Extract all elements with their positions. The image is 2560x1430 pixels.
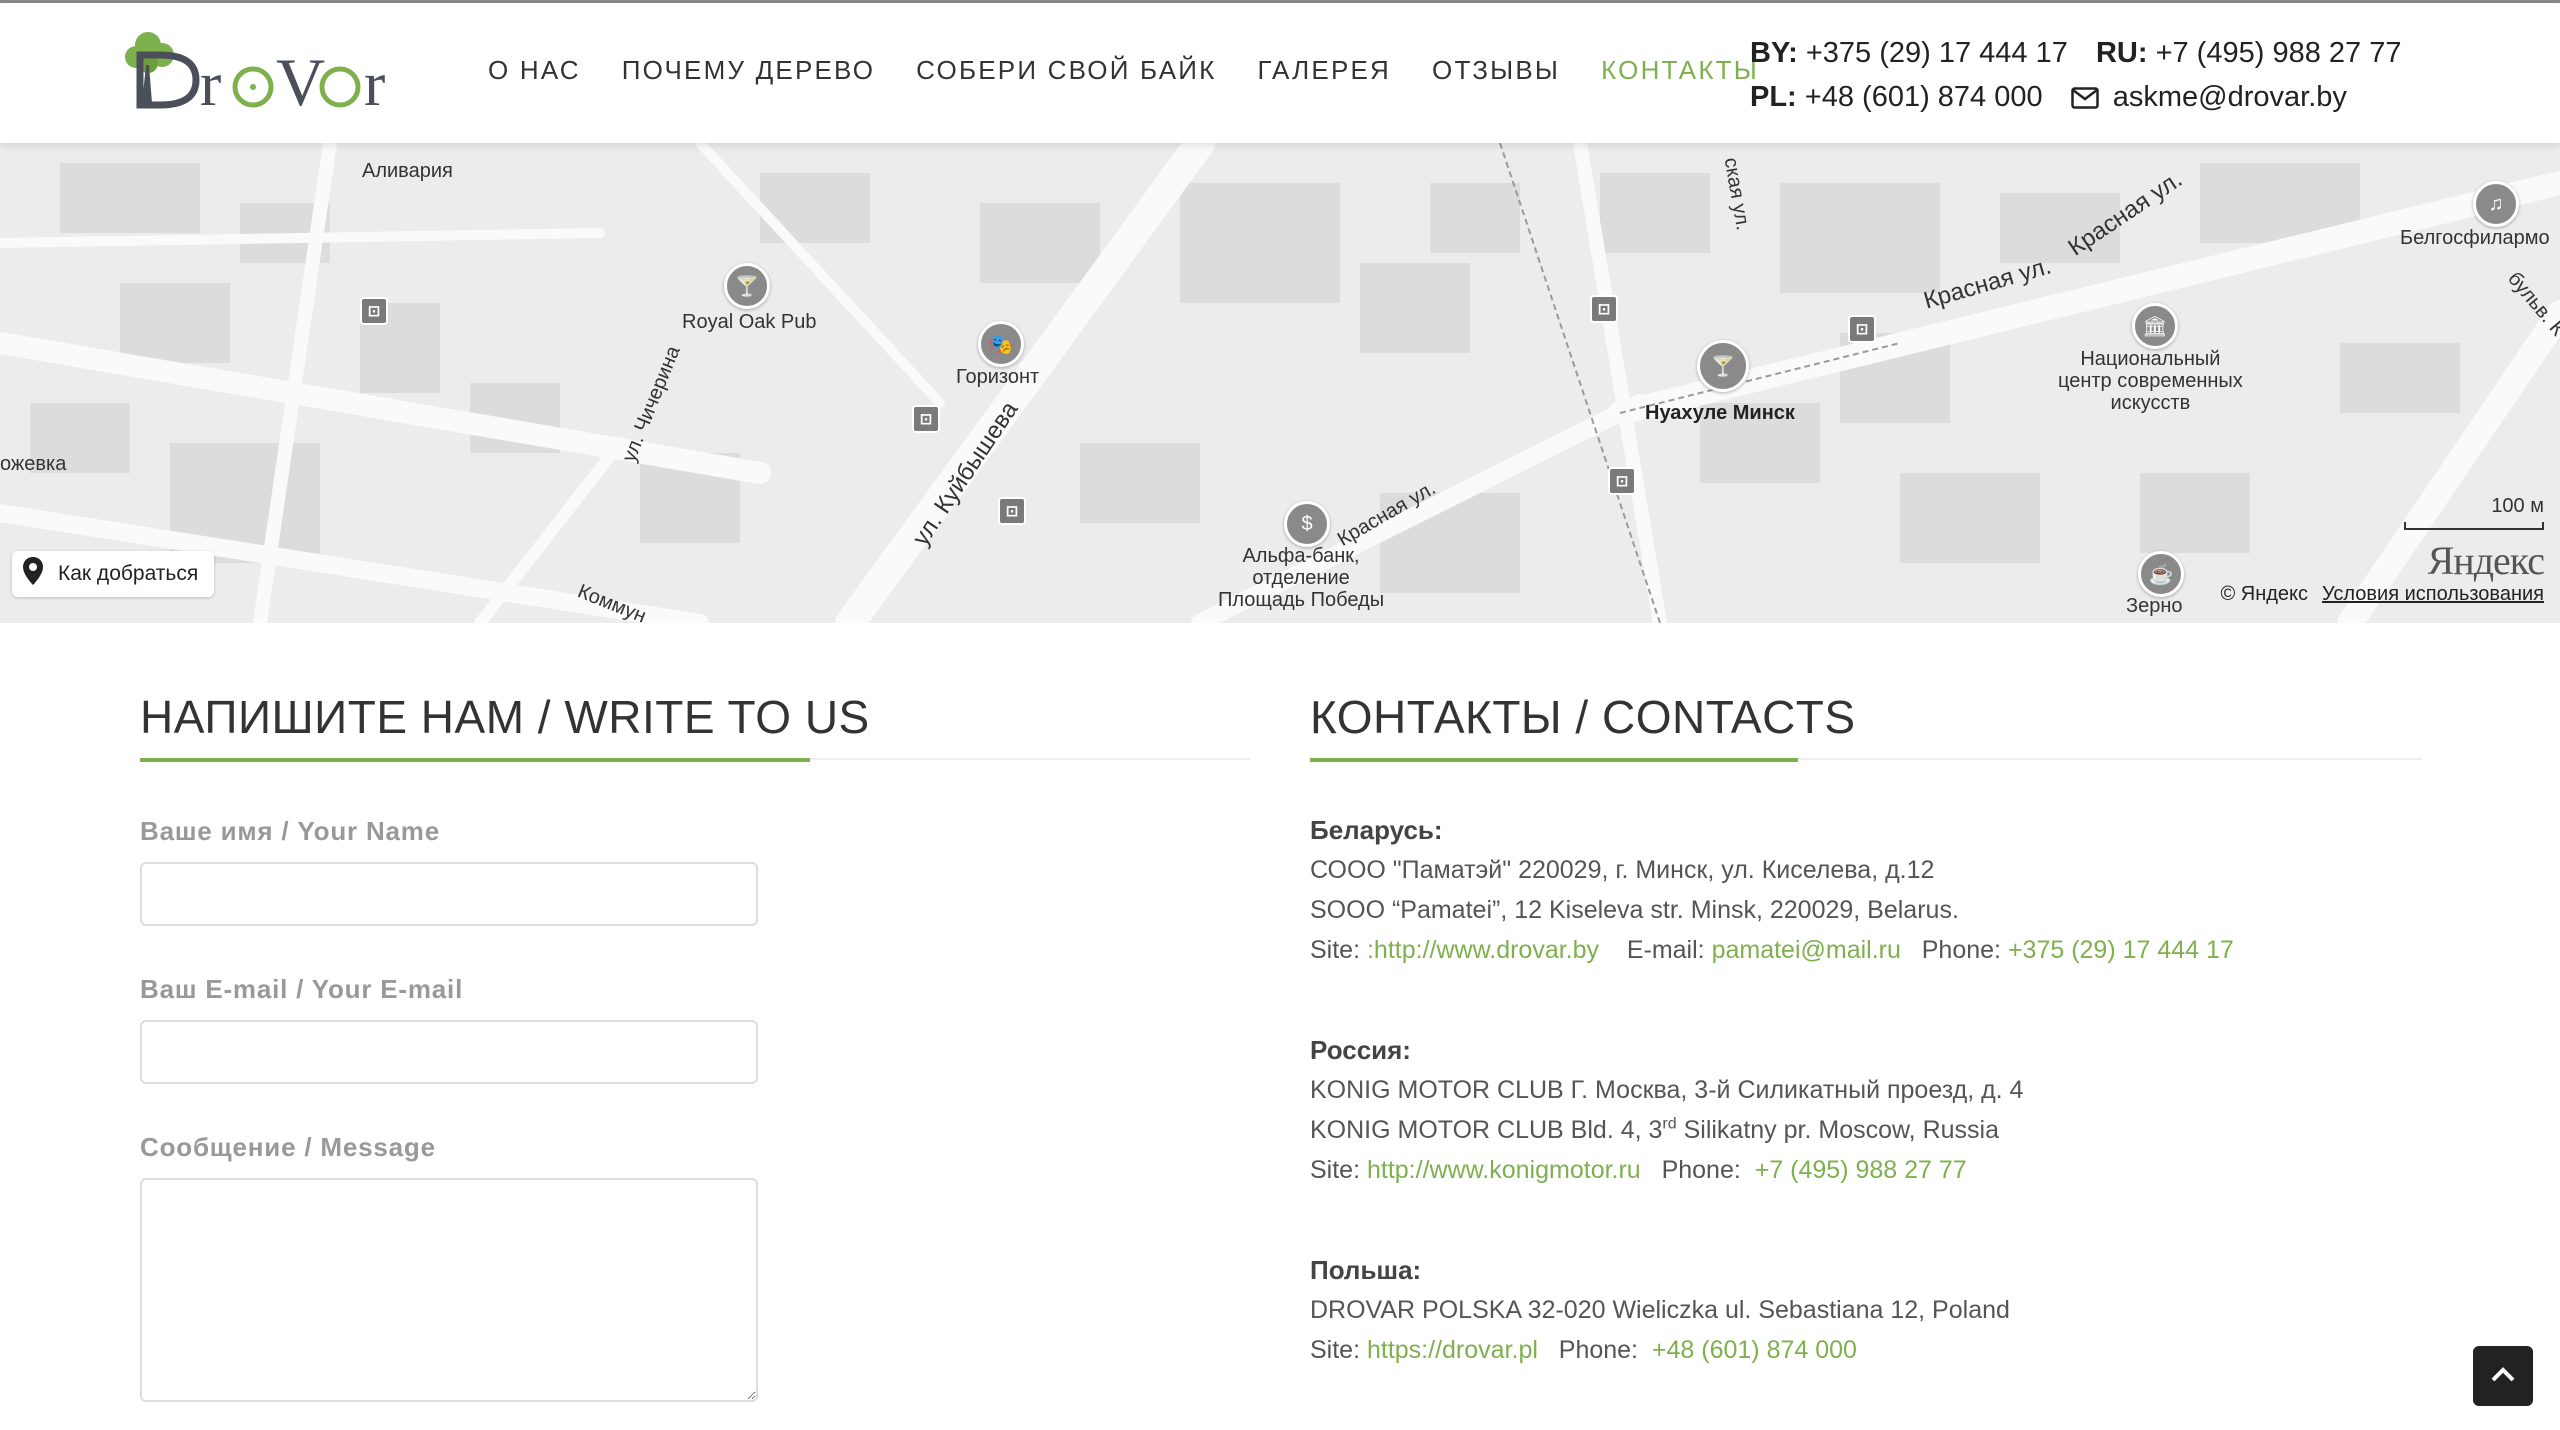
map-label-gorizont: Горизонт: [956, 366, 1040, 388]
map-copyright: © Яндекс: [2220, 583, 2309, 605]
contacts-list: Беларусь: СООО "Паматэй" 220029, г. Минс…: [1310, 810, 2234, 1430]
nav-item-about[interactable]: О НАС: [488, 55, 581, 86]
belarus-address-ru: СООО "Паматэй" 220029, г. Минск, ул. Кис…: [1310, 856, 1935, 884]
music-poi-icon[interactable]: ♫: [2473, 181, 2519, 227]
envelope-icon: [2070, 78, 2099, 122]
country-poland: Польша:: [1310, 1255, 1422, 1285]
yandex-logo[interactable]: Яндекс: [2428, 537, 2545, 584]
pl-phone[interactable]: +48 (601) 874 000: [1805, 81, 2043, 113]
bus-stop-icon[interactable]: ⊡: [1590, 295, 1618, 323]
email-label: E-mail:: [1626, 936, 1712, 964]
site-label: Site:: [1310, 1156, 1367, 1184]
message-label: Сообщение / Message: [140, 1132, 436, 1162]
map-scale: 100 м: [2404, 495, 2544, 530]
map-label-royal-oak: Royal Oak Pub: [682, 311, 817, 333]
header-email[interactable]: askme@drovar.by: [2113, 81, 2347, 113]
site-label: Site:: [1310, 936, 1367, 964]
poland-phone-link[interactable]: +48 (601) 874 000: [1652, 1336, 1857, 1364]
svg-text:r: r: [200, 48, 221, 115]
map-label-zerno: Зерно: [2126, 595, 2183, 617]
route-button[interactable]: Как добраться: [12, 551, 215, 597]
by-phone[interactable]: +375 (29) 17 444 17: [1806, 37, 2068, 69]
email-label: Ваш E-mail / Your E-mail: [140, 974, 464, 1004]
site-header: r V r О НАС ПОЧЕМУ ДЕРЕВО СОБЕРИ СВОЙ БА…: [0, 3, 2560, 143]
cafe-poi-icon[interactable]: ☕: [2138, 551, 2184, 597]
contact-block-russia: Россия: KONIG MOTOR CLUB Г. Москва, 3-й …: [1310, 1030, 2234, 1190]
main-nav: О НАС ПОЧЕМУ ДЕРЕВО СОБЕРИ СВОЙ БАЙК ГАЛ…: [488, 55, 1759, 86]
poland-links: Site: https://drovar.pl Phone: +48 (601)…: [1310, 1330, 2234, 1370]
logo-image: r V r: [125, 32, 385, 120]
country-belarus: Беларусь:: [1310, 815, 1443, 845]
map-footer: © Яндекс Условия использования: [2220, 583, 2544, 606]
site-label: Site:: [1310, 1336, 1367, 1364]
nav-item-reviews[interactable]: ОТЗЫВЫ: [1432, 55, 1560, 86]
header-contacts: BY: +375 (29) 17 444 17 RU: +7 (495) 988…: [1750, 31, 2401, 122]
svg-text:V: V: [276, 44, 325, 115]
bus-stop-icon[interactable]: ⊡: [360, 297, 388, 325]
theater-poi-icon[interactable]: 🎭: [978, 321, 1024, 367]
yandex-map[interactable]: Аливария Royal Oak Pub Горизонт Нуахуле …: [0, 143, 2560, 623]
belarus-address-en: SOOO “Pamatei”, 12 Kiseleva str. Minsk, …: [1310, 896, 1959, 924]
belarus-email-link[interactable]: pamatei@mail.ru: [1712, 936, 1901, 964]
belarus-site-link[interactable]: :http://www.drovar.by: [1367, 936, 1599, 964]
russia-phone-link[interactable]: +7 (495) 988 27 77: [1755, 1156, 1967, 1184]
name-input[interactable]: [140, 862, 758, 926]
russia-address-en: KONIG MOTOR CLUB Bld. 4, 3rd Silikatny p…: [1310, 1110, 2234, 1150]
scale-label: 100 м: [2491, 495, 2544, 517]
address-text: KONIG MOTOR CLUB Bld. 4, 3: [1310, 1116, 1663, 1144]
belarus-links: Site: :http://www.drovar.by E-mail: pama…: [1310, 930, 2234, 970]
map-label-belgosfil: Белгосфилармо: [2400, 227, 2550, 249]
name-label: Ваше имя / Your Name: [140, 816, 440, 846]
phone-label: Phone:: [1661, 1156, 1748, 1184]
contact-block-poland: Польша: DROVAR POLSKA 32-020 Wieliczka u…: [1310, 1250, 2234, 1370]
map-label-zhevka: ожевка: [0, 453, 67, 475]
map-label-nuahule: Нуахуле Минск: [1645, 402, 1795, 424]
russia-site-link[interactable]: http://www.konigmotor.ru: [1367, 1156, 1641, 1184]
ru-phone[interactable]: +7 (495) 988 27 77: [2156, 37, 2402, 69]
chevron-up-icon: [2490, 1365, 2516, 1388]
drovar-logo[interactable]: r V r: [118, 25, 408, 120]
bus-stop-icon[interactable]: ⊡: [998, 497, 1026, 525]
nav-item-gallery[interactable]: ГАЛЕРЕЯ: [1257, 55, 1391, 86]
by-label: BY:: [1750, 37, 1798, 69]
location-pin-icon: [22, 556, 44, 592]
address-text: Silikatny pr. Moscow, Russia: [1676, 1116, 1999, 1144]
nav-item-build-bike[interactable]: СОБЕРИ СВОЙ БАЙК: [916, 55, 1216, 86]
museum-poi-icon[interactable]: 🏛: [2132, 303, 2178, 349]
map-label-alivaria: Аливария: [362, 160, 453, 182]
country-russia: Россия:: [1310, 1035, 1411, 1065]
bus-stop-icon[interactable]: ⊡: [1608, 467, 1636, 495]
bar-poi-icon[interactable]: 🍸: [1697, 340, 1749, 392]
bank-poi-icon[interactable]: $: [1284, 501, 1330, 547]
scale-bar: [2404, 522, 2544, 530]
contacts-heading: КОНТАКТЫ / CONTACTS: [1310, 691, 1856, 743]
poland-site-link[interactable]: https://drovar.pl: [1367, 1336, 1538, 1364]
contacts-heading-underline: [1310, 758, 1798, 762]
nav-item-why-wood[interactable]: ПОЧЕМУ ДЕРЕВО: [622, 55, 875, 86]
contact-block-belarus: Беларусь: СООО "Паматэй" 220029, г. Минс…: [1310, 810, 2234, 970]
russia-address-ru: KONIG MOTOR CLUB Г. Москва, 3-й Силикатн…: [1310, 1076, 2024, 1104]
belarus-phone-link[interactable]: +375 (29) 17 444 17: [2008, 936, 2234, 964]
poland-address: DROVAR POLSKA 32-020 Wieliczka ul. Sebas…: [1310, 1296, 2010, 1324]
email-input[interactable]: [140, 1020, 758, 1084]
bus-stop-icon[interactable]: ⊡: [912, 405, 940, 433]
map-label-ncsi: Национальный центр современных искусств: [2058, 348, 2243, 414]
ru-label: RU:: [2095, 37, 2148, 69]
russia-links: Site: http://www.konigmotor.ru Phone: +7…: [1310, 1150, 2234, 1190]
svg-text:r: r: [364, 48, 385, 115]
terms-link[interactable]: Условия использования: [2322, 583, 2544, 606]
pl-label: PL:: [1750, 81, 1797, 113]
pub-poi-icon[interactable]: 🍸: [724, 263, 770, 309]
map-label-alfa: Альфа-банк, отделение Площадь Победы: [1218, 545, 1385, 611]
form-heading-underline: [140, 758, 810, 762]
phone-label: Phone:: [1558, 1336, 1645, 1364]
message-textarea[interactable]: [140, 1178, 758, 1402]
form-heading: НАПИШИТЕ НАМ / WRITE TO US: [140, 691, 870, 743]
nav-item-contacts[interactable]: КОНТАКТЫ: [1601, 55, 1759, 86]
phone-label: Phone:: [1921, 936, 2008, 964]
ordinal-suffix: rd: [1662, 1115, 1677, 1133]
route-label: Как добраться: [58, 562, 199, 585]
bus-stop-icon[interactable]: ⊡: [1848, 315, 1876, 343]
scroll-to-top-button[interactable]: [2473, 1346, 2533, 1406]
